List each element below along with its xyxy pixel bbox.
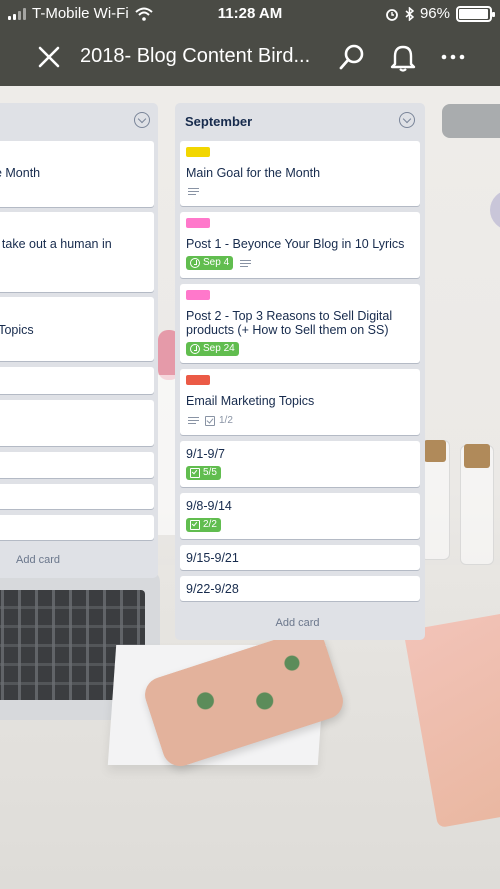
list-menu-icon[interactable]: [399, 112, 415, 128]
checklist-badge: 1/2: [205, 415, 233, 427]
card-post-2[interactable]: Post 2 - Top 3 Reasons to Sell Digital p…: [180, 284, 420, 363]
board-header: 2018- Blog Content Bird...: [0, 28, 500, 86]
add-card-button[interactable]: Add card: [0, 554, 88, 566]
alarm-icon: [386, 8, 398, 21]
checklist-icon: [205, 416, 215, 426]
battery-percent: 96%: [419, 5, 450, 22]
bell-icon[interactable]: [387, 41, 419, 73]
card[interactable]: g Topics: [0, 297, 154, 361]
list-previous: he Month to take out a human in s g Topi…: [0, 103, 158, 578]
card[interactable]: [0, 484, 154, 509]
description-icon: [188, 188, 199, 196]
card-week-2[interactable]: 9/8-9/14 2/2: [180, 493, 420, 539]
battery-icon: [456, 5, 495, 22]
bluetooth-icon: [405, 6, 414, 21]
list-september: September Main Goal for the Month Post 1…: [175, 103, 425, 640]
card-label-pink: [186, 290, 210, 300]
card[interactable]: he Month: [0, 141, 154, 207]
close-icon[interactable]: [34, 42, 64, 72]
checklist-complete-badge: 5/5: [186, 466, 221, 480]
card-week-4[interactable]: 9/22-9/28: [180, 576, 420, 601]
more-icon[interactable]: [438, 42, 468, 72]
card-label-yellow: [186, 147, 210, 157]
card[interactable]: to take out a human in s: [0, 212, 154, 292]
card-label-red: [186, 375, 210, 385]
checklist-icon: [190, 520, 200, 530]
card-post-1[interactable]: Post 1 - Beyonce Your Blog in 10 Lyrics …: [180, 212, 420, 278]
due-date-badge: Sep 4: [186, 256, 234, 270]
status-bar: T-Mobile Wi-Fi 11:28 AM 96%: [0, 0, 500, 28]
description-icon: [240, 260, 251, 268]
due-date-badge: Sep 24: [186, 342, 239, 356]
card-week-1[interactable]: 9/1-9/7 5/5: [180, 441, 420, 487]
card-main-goal[interactable]: Main Goal for the Month: [180, 141, 420, 206]
checklist-complete-badge: 2/2: [186, 518, 221, 532]
card-week-3[interactable]: 9/15-9/21: [180, 545, 420, 570]
clock-icon: [190, 258, 200, 268]
list-title[interactable]: September: [185, 114, 252, 129]
card-email-marketing[interactable]: Email Marketing Topics 1/2: [180, 369, 420, 435]
card[interactable]: [0, 367, 154, 394]
search-icon[interactable]: [337, 42, 367, 72]
add-card-button[interactable]: Add card: [175, 617, 420, 629]
card[interactable]: [0, 400, 154, 446]
card-label-pink: [186, 218, 210, 228]
card[interactable]: [0, 515, 154, 540]
checklist-icon: [190, 468, 200, 478]
board-title[interactable]: 2018- Blog Content Bird...: [80, 45, 325, 68]
clock-icon: [190, 344, 200, 354]
card[interactable]: [0, 452, 154, 478]
description-icon: [188, 417, 199, 425]
list-menu-icon[interactable]: [134, 112, 150, 128]
